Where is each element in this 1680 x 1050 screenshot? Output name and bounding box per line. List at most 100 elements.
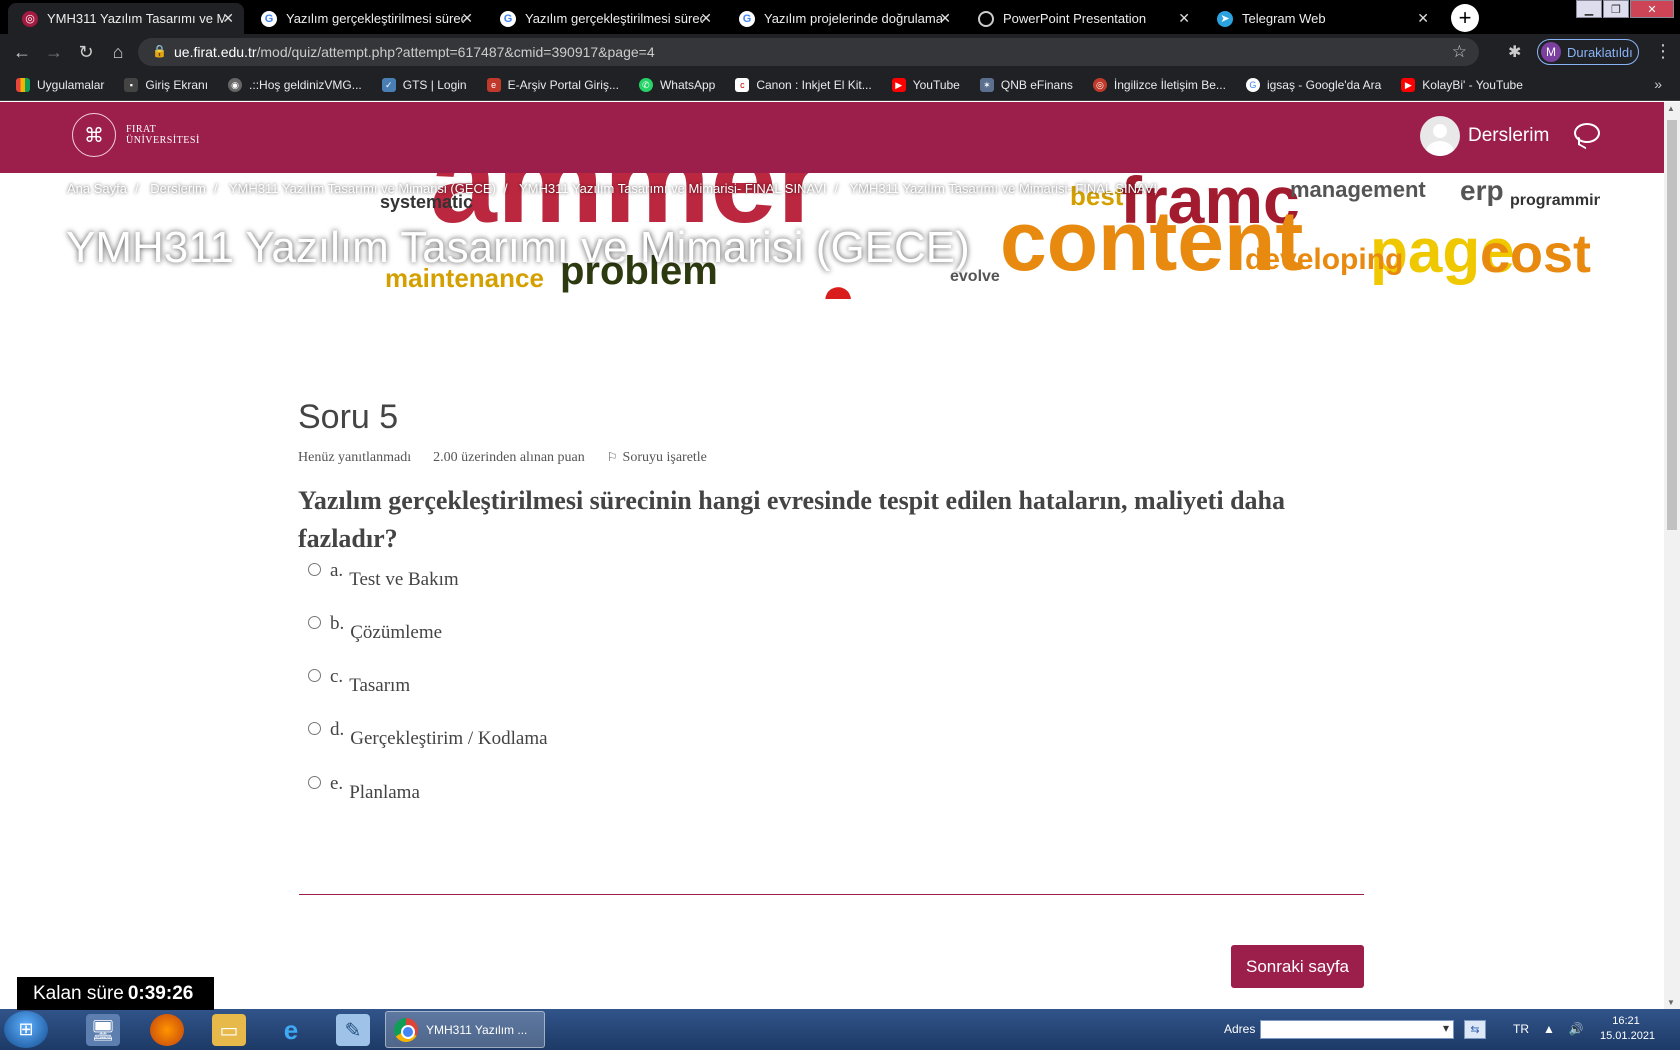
minimize-button[interactable]: ▁ [1576, 0, 1602, 18]
bookmark-ingilizce[interactable]: ◎ İngilizce İletişim Be... [1092, 78, 1226, 92]
check-icon: ✓ [381, 78, 396, 92]
close-icon[interactable]: ✕ [222, 10, 234, 27]
whatsapp-icon: ✆ [638, 78, 653, 92]
apps-grid-icon [16, 78, 30, 92]
bookmark-canon[interactable]: c Canon : Inkjet El Kit... [735, 78, 872, 92]
extensions-icon[interactable]: ✱ [1508, 42, 1521, 62]
back-icon[interactable]: ← [10, 40, 34, 64]
next-page-button[interactable]: Sonraki sayfa [1231, 945, 1364, 988]
profile-button[interactable]: M Duraklatıldı [1537, 39, 1639, 65]
question-grade: 2.00 üzerinden alınan puan [433, 450, 585, 465]
close-icon[interactable]: ✕ [1178, 10, 1190, 27]
breadcrumb-courses[interactable]: Derslerim [150, 181, 206, 196]
bookmarks-bar: Uygulamalar ▪ Giriş Ekranı ◉ .::Hoş geldin… [0, 70, 1680, 101]
bookmark-gts-login[interactable]: ✓ GTS | Login [381, 78, 467, 92]
close-icon[interactable]: ✕ [700, 10, 712, 27]
breadcrumb: Ana Sayfa / Derslerim / YMH311 Yazılım Tas… [67, 181, 1157, 196]
radio-button[interactable] [308, 563, 321, 576]
volume-icon[interactable]: 🔊 [1569, 1022, 1584, 1036]
maximize-button[interactable]: ❐ [1603, 0, 1629, 18]
close-icon[interactable]: ✕ [461, 10, 473, 27]
address-toolbar-input[interactable] [1260, 1020, 1454, 1039]
course-banner: ammer framc content page cost problem ma… [0, 173, 1600, 299]
bookmark-qnb-efinans[interactable]: ✶ QNB eFinans [979, 78, 1073, 92]
radio-button[interactable] [308, 722, 321, 735]
globe-icon: ◉ [228, 78, 243, 92]
bookmark-youtube[interactable]: ▶ YouTube [891, 78, 960, 92]
answer-option-a[interactable]: a. Test ve Bakım [308, 560, 459, 591]
new-tab-button[interactable]: + [1451, 4, 1479, 32]
scroll-up-icon[interactable]: ▲ [1667, 104, 1675, 113]
bookmarks-overflow-icon[interactable]: » [1654, 76, 1662, 92]
question-number: Soru 5 [298, 398, 399, 436]
user-menu[interactable]: Derslerim [1420, 116, 1549, 156]
bookmark-kolaybi[interactable]: ▶ KolayBi' - YouTube [1401, 78, 1523, 92]
radio-button[interactable] [308, 616, 321, 629]
start-button[interactable]: ⊞ [4, 1011, 48, 1048]
folder-icon[interactable]: ▭ [212, 1014, 246, 1046]
answer-option-c[interactable]: c. Tasarım [308, 666, 410, 697]
bookmark-vmg[interactable]: ◉ .::Hoş geldinizVMG... [228, 78, 362, 92]
tab-telegram[interactable]: ➤ Telegram Web ✕ [1203, 3, 1439, 34]
canon-icon: c [735, 78, 750, 92]
close-icon[interactable]: ✕ [1417, 10, 1429, 27]
menu-kebab-icon[interactable]: ⋮ [1654, 41, 1672, 62]
lock-icon: 🔒 [152, 44, 167, 58]
avatar [1420, 116, 1460, 156]
address-toolbar-label: Adres [1224, 1022, 1256, 1036]
breadcrumb-course[interactable]: YMH311 Yazılım Tasarımı ve Mimarisi (GEC… [229, 181, 496, 196]
breadcrumb-quiz-attempt[interactable]: YMH311 Yazılım Tasarımı ve Mimarisi- FİN… [849, 181, 1157, 196]
breadcrumb-quiz[interactable]: YMH311 Yazılım Tasarımı ve Mimarisi- FİN… [519, 181, 827, 196]
site-navbar: ⌘ FIRAT ÜNİVERSİTESİ Derslerim [0, 102, 1664, 173]
flag-question-link[interactable]: ⚐ Soruyu işaretle [607, 450, 729, 466]
bookmark-apps[interactable]: Uygulamalar [16, 78, 104, 92]
banner-word-graphic: ● [260, 279, 296, 300]
go-arrow-icon[interactable]: ⇆ [1464, 1020, 1486, 1039]
tab-google-search-2[interactable]: G Yazılım gerçekleştirilmesi sürecinin ✕ [486, 3, 722, 34]
close-icon[interactable]: ✕ [939, 10, 951, 27]
radio-button[interactable] [308, 776, 321, 789]
computer-icon[interactable]: 🖥 [86, 1014, 120, 1046]
window-close-button[interactable]: ✕ [1630, 0, 1674, 18]
language-indicator[interactable]: TR [1513, 1022, 1529, 1036]
banner-word-graphic: developing [1245, 243, 1404, 276]
forward-icon[interactable]: → [42, 40, 66, 64]
answer-option-d[interactable]: d. Gerçekleştirim / Kodlama [308, 719, 548, 750]
answer-option-e[interactable]: e. Planlama [308, 773, 420, 804]
address-bar[interactable]: 🔒 ue.firat.edu.tr/mod/quiz/attempt.php?a… [138, 38, 1479, 66]
scrollbar-thumb[interactable] [1667, 120, 1677, 530]
answer-option-b[interactable]: b. Çözümleme [308, 613, 442, 644]
google-icon: G [1245, 78, 1260, 92]
bookmark-star-icon[interactable]: ☆ [1452, 42, 1467, 62]
window-controls: ▁ ❐ ✕ [1575, 0, 1674, 18]
ymh-icon: ◎ [22, 10, 38, 27]
home-icon[interactable]: ⌂ [106, 40, 130, 64]
chat-icon[interactable] [1574, 123, 1600, 143]
google-icon: G [500, 10, 516, 27]
quiz-timer: Kalan süre 0:39:26 [17, 977, 214, 1010]
tab-powerpoint[interactable]: PowerPoint Presentation ✕ [964, 3, 1200, 34]
breadcrumb-home[interactable]: Ana Sayfa [67, 181, 127, 196]
bookmark-igsas-google[interactable]: Gigsaş - Google'da Ara [1245, 78, 1381, 92]
bookmark-giris-ekrani[interactable]: ▪ Giriş Ekranı [124, 78, 208, 92]
bookmark-e-arsiv[interactable]: e E-Arşiv Portal Giriş... [486, 78, 619, 92]
firefox-icon[interactable] [150, 1014, 184, 1046]
e-arsiv-icon: e [486, 78, 501, 92]
scroll-down-icon[interactable]: ▼ [1667, 998, 1675, 1007]
page-scrollbar[interactable]: ▲ ▼ [1664, 102, 1680, 1009]
internet-explorer-icon[interactable]: e [274, 1014, 308, 1046]
system-clock[interactable]: 16:21 15.01.2021 [1600, 1014, 1655, 1044]
taskbar-chrome-app[interactable]: YMH311 Yazılım ... [385, 1011, 545, 1048]
web-page: ⌘ FIRAT ÜNİVERSİTESİ Derslerim ammer fram… [0, 102, 1664, 1009]
notepad-icon[interactable]: ✎ [336, 1014, 370, 1046]
reload-icon[interactable]: ↻ [74, 40, 98, 64]
firat-logo[interactable]: ⌘ FIRAT ÜNİVERSİTESİ [72, 113, 200, 157]
tab-ymh311[interactable]: ◎ YMH311 Yazılım Tasarımı ve Mimarisi ✕ [8, 3, 244, 34]
tray-expand-icon[interactable]: ▲ [1543, 1022, 1555, 1036]
windows-taskbar: ⊞ 🖥 ▭ e ✎ YMH311 Yazılım ... Adres ⇆ TR … [0, 1009, 1680, 1050]
radio-button[interactable] [308, 669, 321, 682]
banner-word-graphic: erp [1460, 175, 1504, 206]
bookmark-whatsapp[interactable]: ✆ WhatsApp [638, 78, 715, 92]
tab-google-search-3[interactable]: G Yazılım projelerinde doğrulama işlemi … [725, 3, 961, 34]
tab-google-search-1[interactable]: G Yazılım gerçekleştirilmesi sürecinin ✕ [247, 3, 483, 34]
